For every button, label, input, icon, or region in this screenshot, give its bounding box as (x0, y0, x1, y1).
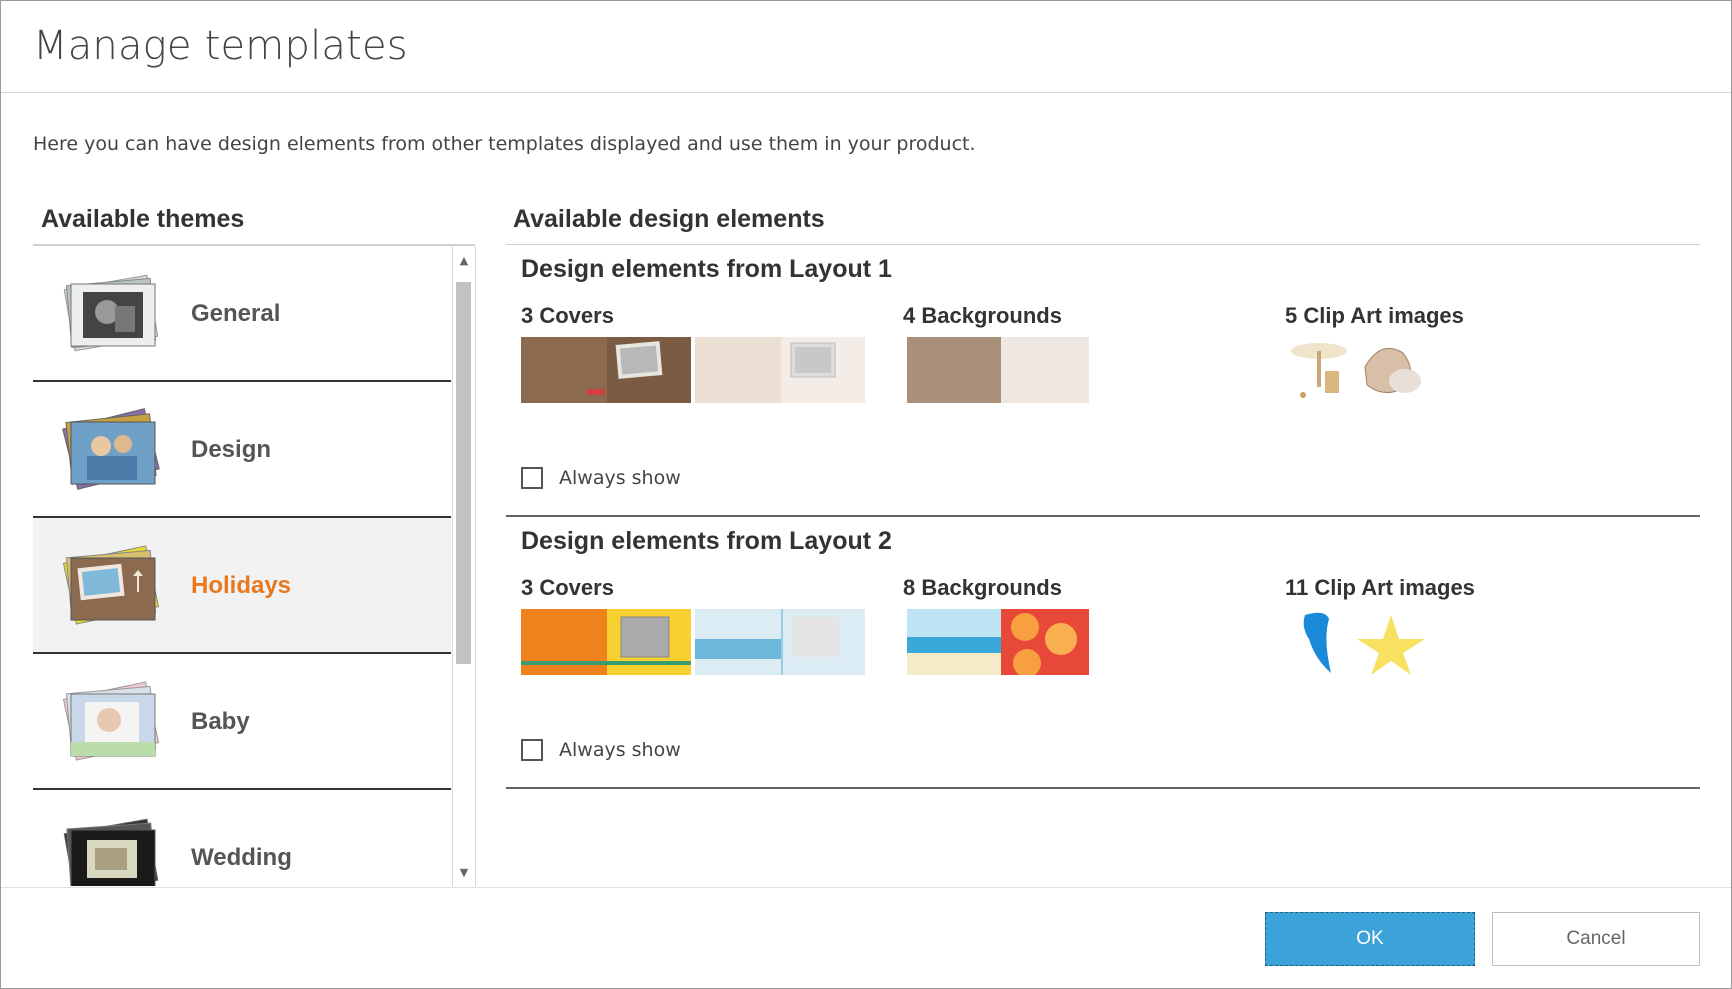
layout-1-clipart[interactable]: 5 Clip Art images (1285, 303, 1464, 403)
layout-2-group: Design elements from Layout 2 3 Covers 8… (506, 517, 1700, 789)
dialog-description: Here you can have design elements from o… (33, 133, 976, 155)
cover-thumbnail[interactable] (521, 337, 691, 403)
theme-item-wedding[interactable]: Wedding (33, 790, 451, 886)
cover-thumbnail[interactable] (521, 609, 691, 675)
layout-2-title: Design elements from Layout 2 (521, 527, 892, 555)
clipart-thumbnail[interactable] (1285, 337, 1435, 403)
theme-item-general[interactable]: General (33, 246, 451, 382)
layout-1-title: Design elements from Layout 1 (521, 255, 892, 283)
holidays-theme-icon (62, 545, 160, 625)
background-thumbnail[interactable] (903, 609, 1089, 675)
cover-thumbnail[interactable] (695, 337, 865, 403)
theme-label-wedding: Wedding (191, 844, 292, 871)
always-show-label: Always show (559, 739, 681, 761)
theme-label-design: Design (191, 436, 272, 463)
scroll-thumb[interactable] (456, 282, 471, 664)
always-show-label: Always show (559, 467, 681, 489)
theme-list: General Design Holidays Baby Wedding (33, 246, 451, 886)
baby-theme-icon (62, 681, 160, 761)
covers-label: 3 Covers (521, 575, 614, 600)
cancel-button[interactable]: Cancel (1492, 912, 1700, 966)
general-theme-icon (63, 274, 159, 352)
backgrounds-label: 4 Backgrounds (903, 303, 1062, 328)
available-themes-heading: Available themes (41, 205, 245, 233)
themes-scrollbar[interactable]: ▲ ▼ (452, 246, 476, 886)
layout-1-backgrounds[interactable]: 4 Backgrounds (903, 303, 1089, 403)
layout-2-backgrounds[interactable]: 8 Backgrounds (903, 575, 1089, 675)
backgrounds-label: 8 Backgrounds (903, 575, 1062, 600)
cover-thumbnail[interactable] (695, 609, 865, 675)
theme-item-design[interactable]: Design (33, 382, 451, 518)
theme-label-general: General (191, 300, 281, 327)
clipart-label: 11 Clip Art images (1285, 575, 1475, 600)
theme-item-baby[interactable]: Baby (33, 654, 451, 790)
clipart-label: 5 Clip Art images (1285, 303, 1464, 328)
ok-button[interactable]: OK (1265, 912, 1475, 966)
title-divider (1, 92, 1731, 93)
clipart-thumbnail[interactable] (1285, 609, 1435, 675)
layout-1-group: Design elements from Layout 1 3 Covers 4… (506, 245, 1700, 517)
layout-2-clipart[interactable]: 11 Clip Art images (1285, 575, 1475, 675)
scroll-down-arrow-icon[interactable]: ▼ (453, 864, 475, 882)
dialog-title: Manage templates (33, 23, 408, 69)
always-show-checkbox[interactable] (521, 467, 543, 489)
theme-label-holidays: Holidays (191, 572, 292, 599)
wedding-theme-icon (63, 818, 159, 886)
manage-templates-dialog: Manage templates Here you can have desig… (0, 0, 1732, 989)
scroll-up-arrow-icon[interactable]: ▲ (453, 252, 475, 270)
background-thumbnail[interactable] (903, 337, 1089, 403)
layout-1-covers[interactable]: 3 Covers (521, 303, 865, 403)
always-show-checkbox[interactable] (521, 739, 543, 761)
layout-1-always-show[interactable]: Always show (521, 467, 681, 489)
theme-item-holidays[interactable]: Holidays (33, 518, 451, 654)
design-theme-icon (62, 408, 160, 490)
footer-divider (1, 887, 1731, 888)
layout-2-always-show[interactable]: Always show (521, 739, 681, 761)
layout-2-covers[interactable]: 3 Covers (521, 575, 865, 675)
covers-label: 3 Covers (521, 303, 614, 328)
available-design-elements-heading: Available design elements (513, 205, 825, 233)
theme-label-baby: Baby (191, 708, 250, 735)
